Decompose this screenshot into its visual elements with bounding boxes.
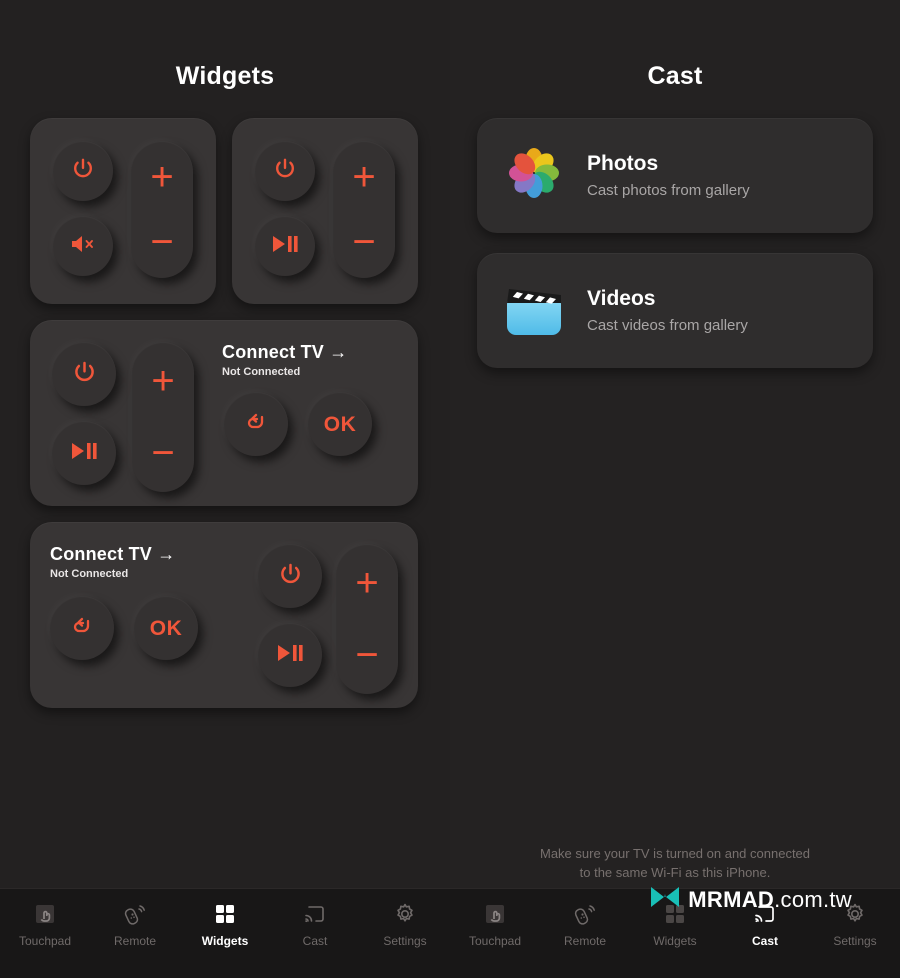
mrmad-text: MRMAD.com.tw	[688, 887, 852, 913]
play-pause-button[interactable]	[52, 421, 116, 485]
tab-label: Widgets	[653, 934, 697, 948]
volume-down-button[interactable]: −	[352, 222, 375, 262]
connect-tv-link[interactable]: Connect TV → Not Connected	[222, 342, 396, 378]
ok-button[interactable]: OK	[134, 596, 198, 660]
volume-pill[interactable]: + −	[132, 342, 194, 492]
connect-tv-status: Not Connected	[222, 366, 301, 378]
tab-label: Widgets	[201, 934, 249, 948]
cast-card-list: Photos Cast photos from gallery Videos C…	[450, 91, 900, 368]
page-title-cast: Cast	[647, 62, 703, 90]
tab-label: Settings	[383, 934, 427, 948]
tab-touchpad[interactable]: Touchpad	[0, 901, 90, 948]
power-button[interactable]	[53, 141, 113, 201]
volume-down-button[interactable]: −	[355, 635, 378, 675]
tab-label: Touchpad	[468, 934, 522, 948]
play-pause-icon	[276, 644, 304, 666]
mrmad-logo-icon	[649, 884, 681, 915]
widgets-pane: Widgets + − + − + − Connect TV → Not Con…	[0, 0, 450, 978]
widget-list: + − + − + − Connect TV → Not Connected O…	[0, 91, 450, 708]
remote-icon	[573, 901, 597, 927]
tab-label: Remote	[113, 934, 157, 948]
play-pause-button[interactable]	[258, 623, 322, 687]
play-pause-icon	[70, 442, 98, 464]
tab-remote[interactable]: Remote	[90, 901, 180, 948]
widget-connect-tv-right[interactable]: + − Connect TV → Not Connected OK	[30, 320, 418, 506]
connect-tv-link[interactable]: Connect TV → Not Connected	[50, 544, 244, 580]
tab-bar-left: Touchpad Remote Widgets Cast Settings	[0, 888, 450, 978]
connect-tv-title: Connect TV →	[50, 544, 176, 564]
tab-touchpad[interactable]: Touchpad	[450, 901, 540, 948]
volume-up-button[interactable]: +	[150, 157, 173, 197]
app-screenshot: Widgets + − + − + − Connect TV → Not Con…	[0, 0, 900, 978]
cast-icon	[303, 901, 327, 927]
gear-icon	[393, 901, 417, 927]
power-button[interactable]	[52, 342, 116, 406]
tab-cast[interactable]: Cast	[270, 901, 360, 948]
tab-label: Remote	[563, 934, 607, 948]
volume-up-button[interactable]: +	[352, 157, 375, 197]
remote-icon	[123, 901, 147, 927]
volume-down-button[interactable]: −	[151, 433, 174, 473]
mrmad-bold: MRMAD	[688, 886, 775, 912]
cast-card-photos[interactable]: Photos Cast photos from gallery	[477, 118, 873, 233]
tab-label: Touchpad	[18, 934, 72, 948]
cast-card-videos[interactable]: Videos Cast videos from gallery	[477, 253, 873, 368]
cast-card-title: Photos	[587, 152, 659, 175]
tab-label: Cast	[302, 934, 328, 948]
back-arrow-icon	[243, 410, 269, 438]
mute-icon	[69, 232, 97, 260]
cast-card-subtitle: Cast videos from gallery	[587, 317, 748, 334]
play-pause-icon	[271, 235, 299, 257]
widgets-icon	[213, 901, 237, 927]
touchpad-icon	[483, 901, 507, 927]
play-pause-button[interactable]	[255, 216, 315, 276]
volume-up-button[interactable]: +	[151, 361, 174, 401]
widget-power-playpause-volume[interactable]: + −	[232, 118, 418, 304]
connect-tv-status: Not Connected	[50, 568, 129, 580]
back-button[interactable]	[50, 596, 114, 660]
power-icon	[277, 561, 304, 592]
tab-remote[interactable]: Remote	[540, 901, 630, 948]
tab-label: Cast	[751, 934, 778, 948]
footnote-line-1: Make sure your TV is turned on and conne…	[539, 846, 811, 861]
power-icon	[70, 156, 96, 186]
photos-icon	[501, 140, 567, 211]
ok-button[interactable]: OK	[308, 392, 372, 456]
volume-pill[interactable]: + −	[336, 544, 398, 694]
mrmad-light: .com.tw	[774, 886, 852, 912]
touchpad-icon	[33, 901, 57, 927]
tab-settings[interactable]: Settings	[360, 901, 450, 948]
cast-footnote: Make sure your TV is turned on and conne…	[450, 844, 900, 882]
tab-widgets[interactable]: Widgets	[180, 901, 270, 948]
cast-card-title: Videos	[587, 287, 656, 310]
volume-down-button[interactable]: −	[150, 222, 173, 262]
power-icon	[272, 156, 298, 186]
power-icon	[71, 359, 98, 390]
volume-pill[interactable]: + −	[333, 141, 395, 278]
power-button[interactable]	[255, 141, 315, 201]
page-title-widgets: Widgets	[175, 62, 275, 90]
ok-label: OK	[149, 616, 183, 640]
connect-tv-title: Connect TV →	[222, 342, 348, 362]
mute-button[interactable]	[53, 216, 113, 276]
volume-pill[interactable]: + −	[131, 141, 193, 278]
mrmad-watermark: MRMAD.com.tw	[649, 884, 852, 915]
back-button[interactable]	[224, 392, 288, 456]
volume-up-button[interactable]: +	[355, 563, 378, 603]
ok-label: OK	[323, 412, 357, 436]
footnote-line-2: to the same Wi-Fi as this iPhone.	[579, 865, 771, 880]
widget-power-mute-volume[interactable]: + −	[30, 118, 216, 304]
widget-connect-tv-left[interactable]: Connect TV → Not Connected OK + −	[30, 522, 418, 708]
back-arrow-icon	[69, 614, 95, 642]
cast-card-subtitle: Cast photos from gallery	[587, 182, 750, 199]
power-button[interactable]	[258, 544, 322, 608]
tab-label: Settings	[833, 934, 877, 948]
cast-pane: Cast Photos Cast photos from gallery Vid…	[450, 0, 900, 978]
videos-icon	[501, 275, 567, 346]
